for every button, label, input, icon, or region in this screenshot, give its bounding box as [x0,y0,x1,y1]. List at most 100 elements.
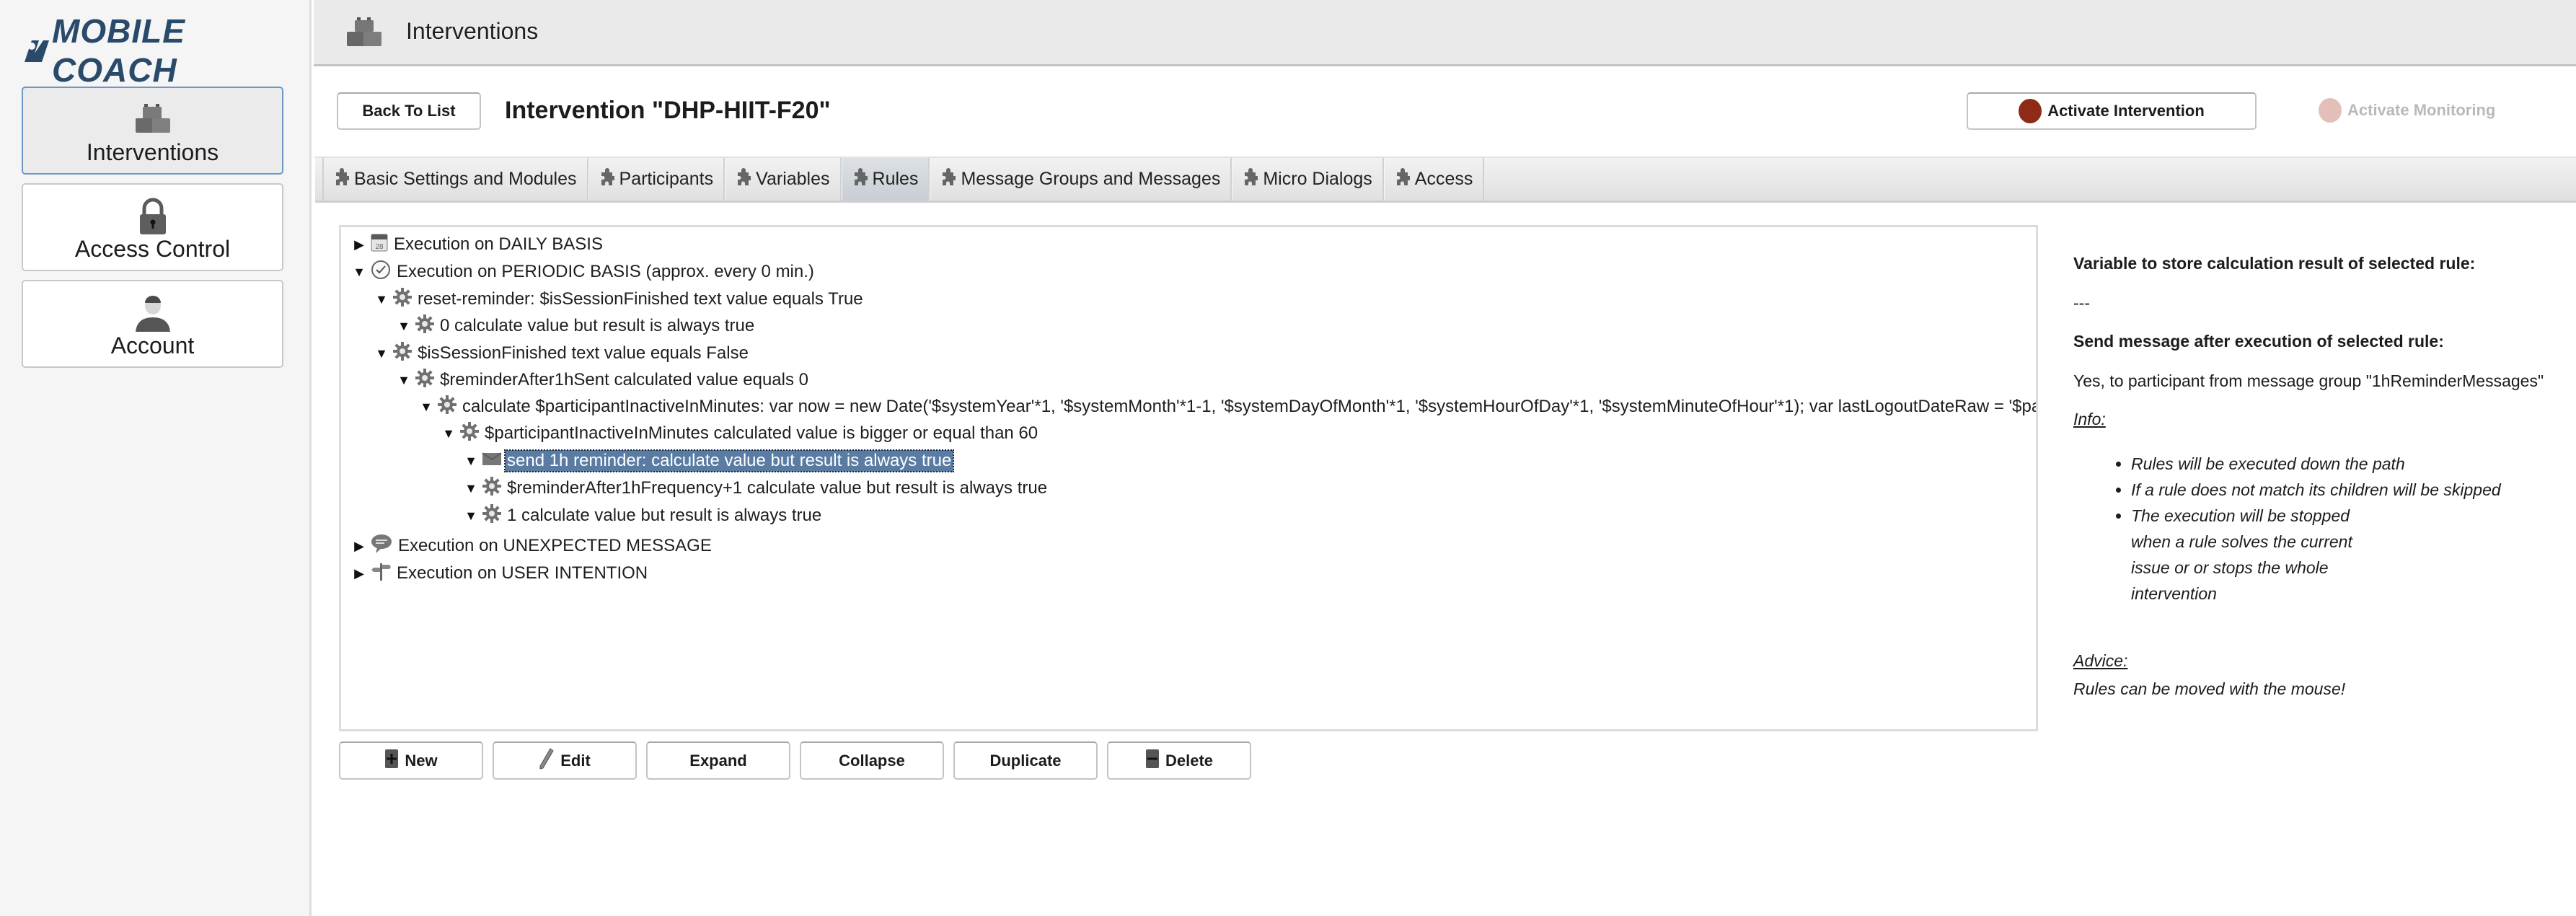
collapse-toggle-icon[interactable]: ▼ [351,265,367,280]
collapse-label: Collapse [839,751,905,770]
tab-micro-dialogs[interactable]: Micro Dialogs [1232,158,1384,201]
collapse-toggle-icon[interactable]: ▼ [374,292,389,307]
info-item: If a rule does not match its children wi… [2131,477,2571,503]
tab-participants[interactable]: Participants [588,158,725,201]
new-label: New [405,751,438,770]
tree-node[interactable]: ▼ $isSessionFinished text value equals Fa… [374,340,751,366]
tree-node[interactable]: ▼ Execution on PERIODIC BASIS (approx. ev… [351,259,816,285]
activate-monitoring-label: Activate Monitoring [2347,101,2496,119]
collapse-toggle-icon[interactable]: ▼ [463,454,479,469]
new-button[interactable]: New [339,741,483,780]
collapse-toggle-icon[interactable]: ▼ [441,426,456,441]
expand-toggle-icon[interactable]: ▶ [351,566,367,581]
activate-intervention-button[interactable]: Activate Intervention [1967,92,2257,130]
tree-node-label: $isSessionFinished text value equals Fal… [418,343,749,363]
tree-node[interactable]: ▼ reset-reminder: $isSessionFinished text… [374,286,865,312]
activate-intervention-label: Activate Intervention [2047,102,2205,120]
send-message-heading: Send message after execution of selected… [2073,332,2444,351]
blocks-icon [344,16,384,53]
tree-node[interactable]: ▼ send 1h reminder: calculate value but r… [463,448,955,474]
sidebar-item-interventions[interactable]: Interventions [22,87,283,175]
tab-bar: Basic Settings and Modules Participants Va… [315,157,2576,203]
tab-basic-settings-and-modules[interactable]: Basic Settings and Modules [322,158,588,201]
signpost-icon [370,560,392,587]
send-message-value: Yes, to participant from message group "… [2073,371,2544,390]
tree-node[interactable]: ▶ Execution on UNEXPECTED MESSAGE [351,533,714,559]
status-dot-icon [2019,99,2042,123]
variable-value: --- [2073,294,2090,312]
tree-node-label: $reminderAfter1hSent calculated value eq… [440,370,808,389]
user-icon [133,294,173,337]
gear-icon [415,314,435,339]
tree-node[interactable]: ▼ calculate $participantInactiveInMinutes… [418,394,2036,420]
clock-icon [370,259,392,286]
info-item: Rules will be executed down the path [2131,451,2571,477]
plus-icon [384,749,399,773]
sidebar-item-access-control[interactable]: Access Control [22,183,283,271]
tree-node[interactable]: ▼ $reminderAfter1hFrequency+1 calculate v… [463,475,1049,501]
duplicate-button[interactable]: Duplicate [953,741,1098,780]
back-to-list-button[interactable]: Back To List [337,92,481,130]
collapse-toggle-icon[interactable]: ▼ [463,508,479,524]
delete-button[interactable]: Delete [1107,741,1251,780]
lock-icon [135,198,171,240]
tab-variables[interactable]: Variables [725,158,842,201]
expand-toggle-icon[interactable]: ▶ [351,539,367,554]
rule-info-panel: Variable to store calculation result of … [2073,254,2571,699]
gear-icon [392,287,413,312]
collapse-toggle-icon[interactable]: ▼ [418,400,434,415]
tab-label: Access [1414,169,1473,189]
tree-node[interactable]: ▼ 0 calculate value but result is always … [396,313,757,339]
gear-icon [459,421,480,446]
mobile-coach-logo: MOBILE COACH [22,12,309,89]
activate-monitoring-button[interactable]: Activate Monitoring [2319,98,2495,123]
advice-label: Advice: [2073,651,2128,670]
tree-node-label: Execution on PERIODIC BASIS (approx. eve… [397,262,814,281]
variable-heading: Variable to store calculation result of … [2073,254,2476,273]
tab-access[interactable]: Access [1383,158,1485,201]
gear-icon [482,476,502,501]
tab-label: Basic Settings and Modules [354,169,577,189]
info-list: Rules will be executed down the path If … [2073,451,2571,607]
duplicate-label: Duplicate [989,751,1062,770]
tree-node[interactable]: ▼ 1 calculate value but result is always … [463,503,824,529]
tree-node-label: Execution on USER INTENTION [397,563,648,583]
section-title: Interventions [406,18,539,44]
delete-label: Delete [1165,751,1214,770]
envelope-icon [482,451,502,472]
tab-rules[interactable]: Rules [841,158,930,201]
gear-icon [415,368,435,393]
expand-toggle-icon[interactable]: ▶ [351,237,367,252]
puzzle-icon [334,167,350,192]
tab-label: Message Groups and Messages [961,169,1221,189]
calendar-icon: 28 [370,232,389,257]
tree-node[interactable]: ▼ $participantInactiveInMinutes calculate… [441,420,1040,446]
tree-node[interactable]: ▶ 28 Execution on DAILY BASIS [351,232,605,257]
svg-text:28: 28 [375,243,384,251]
info-label: Info: [2073,410,2106,428]
back-to-list-label: Back To List [362,102,456,120]
sidebar-item-account[interactable]: Account [22,280,283,368]
tree-node-label: send 1h reminder: calculate value but re… [503,449,955,472]
rules-tree[interactable]: ▶ 28 Execution on DAILY BASIS ▼ Execution on… [339,225,2038,731]
edit-label: Edit [560,751,591,770]
collapse-toggle-icon[interactable]: ▼ [396,373,412,388]
collapse-toggle-icon[interactable]: ▼ [396,319,412,334]
section-header: Interventions [314,0,2576,66]
collapse-button[interactable]: Collapse [800,741,944,780]
tree-node[interactable]: ▶ Execution on USER INTENTION [351,560,650,586]
expand-button[interactable]: Expand [646,741,790,780]
collapse-toggle-icon[interactable]: ▼ [463,481,479,496]
puzzle-icon [736,167,751,192]
tree-node-label: Execution on UNEXPECTED MESSAGE [398,536,712,555]
tree-node-label: $participantInactiveInMinutes calculated… [485,423,1038,443]
edit-button[interactable]: Edit [493,741,637,780]
tab-message-groups-and-messages[interactable]: Message Groups and Messages [930,158,1232,201]
tree-node[interactable]: ▼ $reminderAfter1hSent calculated value e… [396,367,811,393]
gear-icon [392,341,413,366]
collapse-toggle-icon[interactable]: ▼ [374,346,389,361]
gear-icon [437,395,457,420]
expand-label: Expand [689,751,747,770]
logo-text: MOBILE COACH [52,12,185,89]
sidebar-item-label: Interventions [86,139,219,165]
